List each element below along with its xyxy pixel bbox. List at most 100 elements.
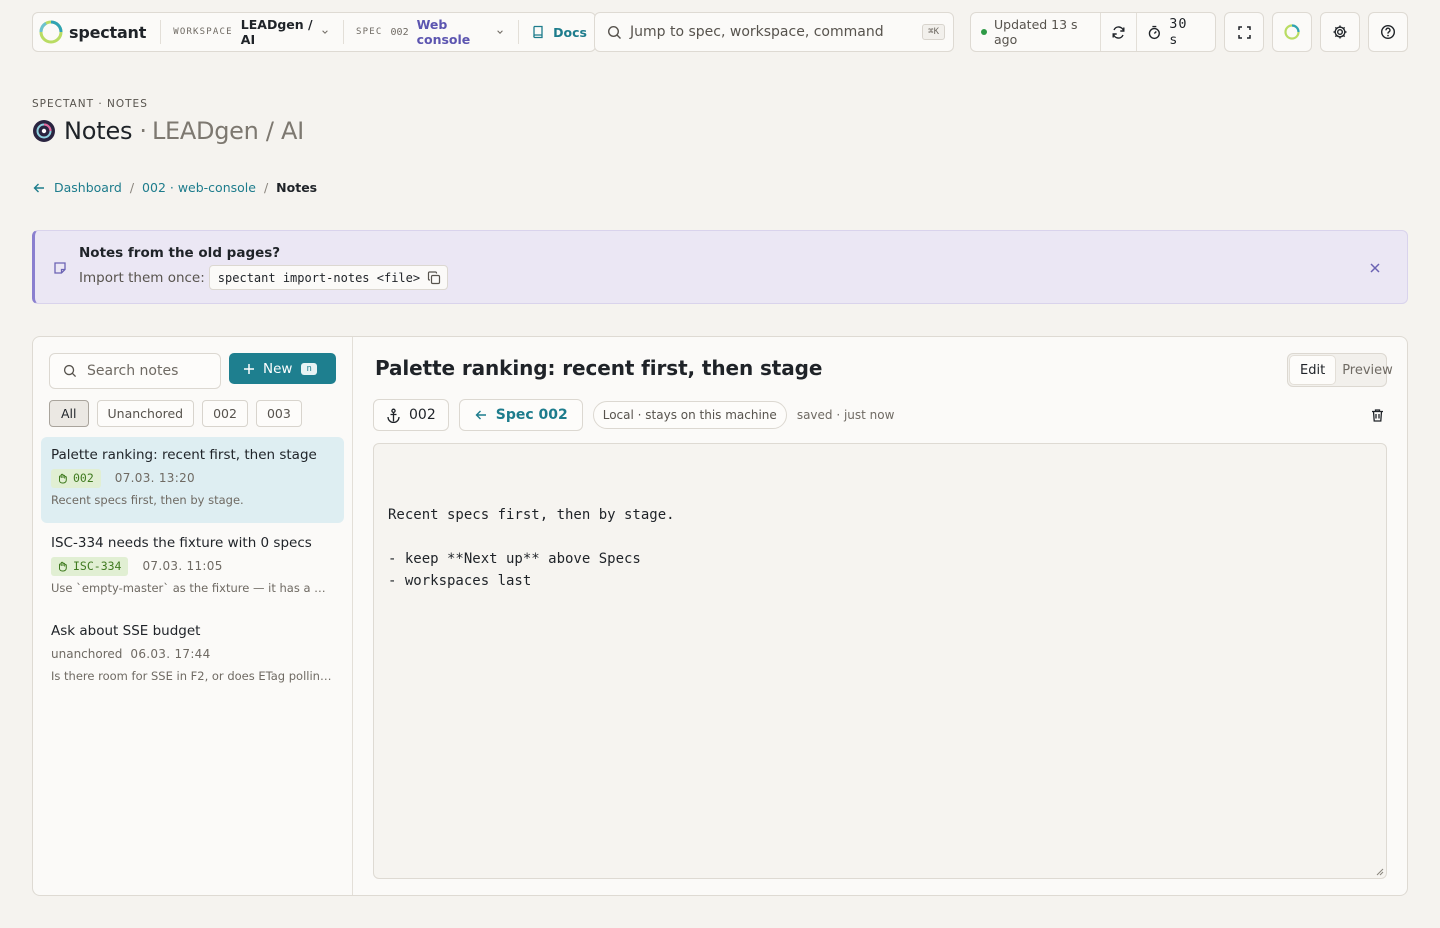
new-note-button[interactable]: New n	[229, 353, 336, 384]
note-title: Ask about SSE budget	[51, 623, 201, 639]
activity-button[interactable]	[1272, 12, 1312, 52]
page-title-text: Notes	[64, 117, 133, 145]
workspace-label: WORKSPACE	[173, 27, 233, 37]
filter-003[interactable]: 003	[255, 400, 302, 427]
fullscreen-icon	[1237, 25, 1251, 39]
anchor-icon	[387, 408, 400, 423]
note-body-editor[interactable]: Recent specs first, then by stage. - kee…	[373, 443, 1387, 879]
search-notes-box[interactable]	[49, 353, 221, 389]
anchor-badge-text: 002	[73, 471, 94, 485]
refresh-interval[interactable]: 30 s	[1137, 13, 1216, 51]
page-title-separator: ·	[139, 117, 147, 145]
spec-link-button[interactable]: Spec 002	[458, 399, 583, 431]
breadcrumb-separator: /	[129, 180, 135, 195]
banner-title: Notes from the old pages?	[79, 245, 281, 261]
search-notes-input[interactable]	[87, 363, 197, 379]
status-dot	[981, 29, 987, 35]
breadcrumb-separator: /	[263, 180, 269, 195]
breadcrumb-spec[interactable]: 002 · web-console	[142, 180, 256, 195]
spec-switcher[interactable]: SPEC 002 Web console	[344, 17, 520, 47]
anchor-badge: 002	[51, 468, 101, 488]
page-eyebrow: SPECTANT · NOTES	[32, 98, 148, 110]
note-title: ISC-334 needs the fixture with 0 specs	[51, 535, 312, 551]
sync-status: Updated 13 s ago 30 s	[970, 12, 1216, 52]
search-icon	[607, 25, 621, 39]
chevron-down-icon	[497, 30, 503, 34]
import-command-text: spectant import-notes <file>	[217, 270, 421, 285]
search-icon	[63, 364, 77, 378]
anchor-hand-icon	[59, 561, 67, 571]
anchor-badge: ISC-334	[51, 556, 129, 576]
banner-import-label: Import them once:	[79, 269, 205, 286]
spinner-icon	[1284, 24, 1300, 40]
filter-all[interactable]: All	[49, 400, 89, 427]
filter-002[interactable]: 002	[202, 400, 248, 427]
settings-button[interactable]	[1320, 12, 1360, 52]
top-bar: spectant WORKSPACE LEADgen / AI SPEC 002…	[32, 12, 1408, 52]
updated-status: Updated 13 s ago	[971, 13, 1102, 51]
note-title: Palette ranking: recent first, then stag…	[51, 447, 317, 463]
filter-unanchored[interactable]: Unanchored	[96, 400, 195, 427]
shortcut-hint: ⌘K	[922, 24, 945, 40]
refresh-icon	[1112, 25, 1125, 39]
breadcrumb-current: Notes	[276, 180, 318, 195]
anchor-badge-text: ISC-334	[73, 559, 122, 573]
docs-link[interactable]: Docs	[519, 25, 595, 40]
timer-icon	[1148, 25, 1160, 39]
spec-name: Web console	[416, 17, 471, 47]
new-note-label: New	[263, 360, 293, 377]
brand-name: spectant	[69, 22, 147, 42]
list-item[interactable]: Palette ranking: recent first, then stag…	[41, 437, 344, 523]
anchor-button[interactable]: 002	[373, 399, 449, 431]
copy-icon[interactable]	[427, 270, 441, 285]
arrow-left-icon	[475, 410, 486, 420]
help-icon	[1380, 24, 1396, 40]
resize-grip-icon[interactable]	[1374, 866, 1384, 876]
docs-label: Docs	[553, 24, 587, 40]
note-time: 07.03. 11:05	[142, 559, 223, 573]
spec-label: SPEC	[356, 27, 383, 37]
notes-panel: New n All Unanchored 002 003 Palette ran…	[32, 336, 1408, 896]
new-note-shortcut: n	[301, 362, 317, 375]
arrow-left-icon	[33, 183, 44, 192]
notes-sidebar: New n All Unanchored 002 003 Palette ran…	[33, 337, 353, 895]
plus-icon	[244, 363, 254, 374]
note-snippet: Is there room for SSE in F2, or does ETa…	[51, 669, 334, 683]
save-status: saved · just now	[796, 408, 895, 422]
workspace-switcher[interactable]: WORKSPACE LEADgen / AI	[161, 17, 345, 47]
trash-icon[interactable]	[1370, 408, 1385, 423]
storage-badge: Local · stays on this machine	[592, 401, 787, 429]
note-meta: 002 07.03. 13:20	[51, 468, 334, 488]
notes-app-icon	[33, 120, 55, 142]
brand[interactable]: spectant	[33, 20, 162, 44]
list-item[interactable]: Ask about SSE budget unanchored 06.03. 1…	[41, 613, 344, 699]
page-subtitle: LEADgen / AI	[151, 117, 304, 145]
spectant-logo-icon	[39, 20, 63, 44]
refresh-button[interactable]	[1101, 13, 1137, 51]
workspace-name: LEADgen / AI	[240, 17, 313, 47]
close-icon[interactable]	[1369, 262, 1381, 274]
list-item[interactable]: ISC-334 needs the fixture with 0 specs I…	[41, 525, 344, 611]
page-title: Notes · LEADgen / AI	[32, 116, 304, 146]
anchor-value: 002	[409, 407, 436, 423]
note-heading: Palette ranking: recent first, then stag…	[375, 356, 823, 380]
mode-edit[interactable]: Edit	[1290, 356, 1336, 384]
fullscreen-button[interactable]	[1224, 12, 1264, 52]
spec-link-label: Spec 002	[495, 407, 568, 423]
spec-number: 002	[390, 26, 409, 38]
note-toolbar: 002 Spec 002 Local · stays on this machi…	[373, 399, 1389, 431]
updated-text: Updated 13 s ago	[994, 17, 1078, 47]
mode-toggle: Edit Preview	[1287, 353, 1393, 387]
note-icon	[54, 262, 66, 274]
banner-body: Import them once: spectant import-notes …	[79, 265, 449, 290]
mode-preview[interactable]: Preview	[1335, 356, 1397, 384]
note-meta: unanchored 06.03. 17:44	[51, 644, 334, 664]
note-editor: Palette ranking: recent first, then stag…	[353, 337, 1407, 895]
context-switcher: spectant WORKSPACE LEADgen / AI SPEC 002…	[32, 12, 596, 52]
command-search[interactable]: Jump to spec, workspace, command ⌘K	[594, 12, 954, 52]
help-button[interactable]	[1368, 12, 1408, 52]
book-icon	[533, 25, 543, 39]
note-time: 07.03. 13:20	[114, 471, 195, 485]
import-banner: Notes from the old pages? Import them on…	[32, 230, 1408, 304]
breadcrumb-dashboard[interactable]: Dashboard	[54, 180, 122, 195]
